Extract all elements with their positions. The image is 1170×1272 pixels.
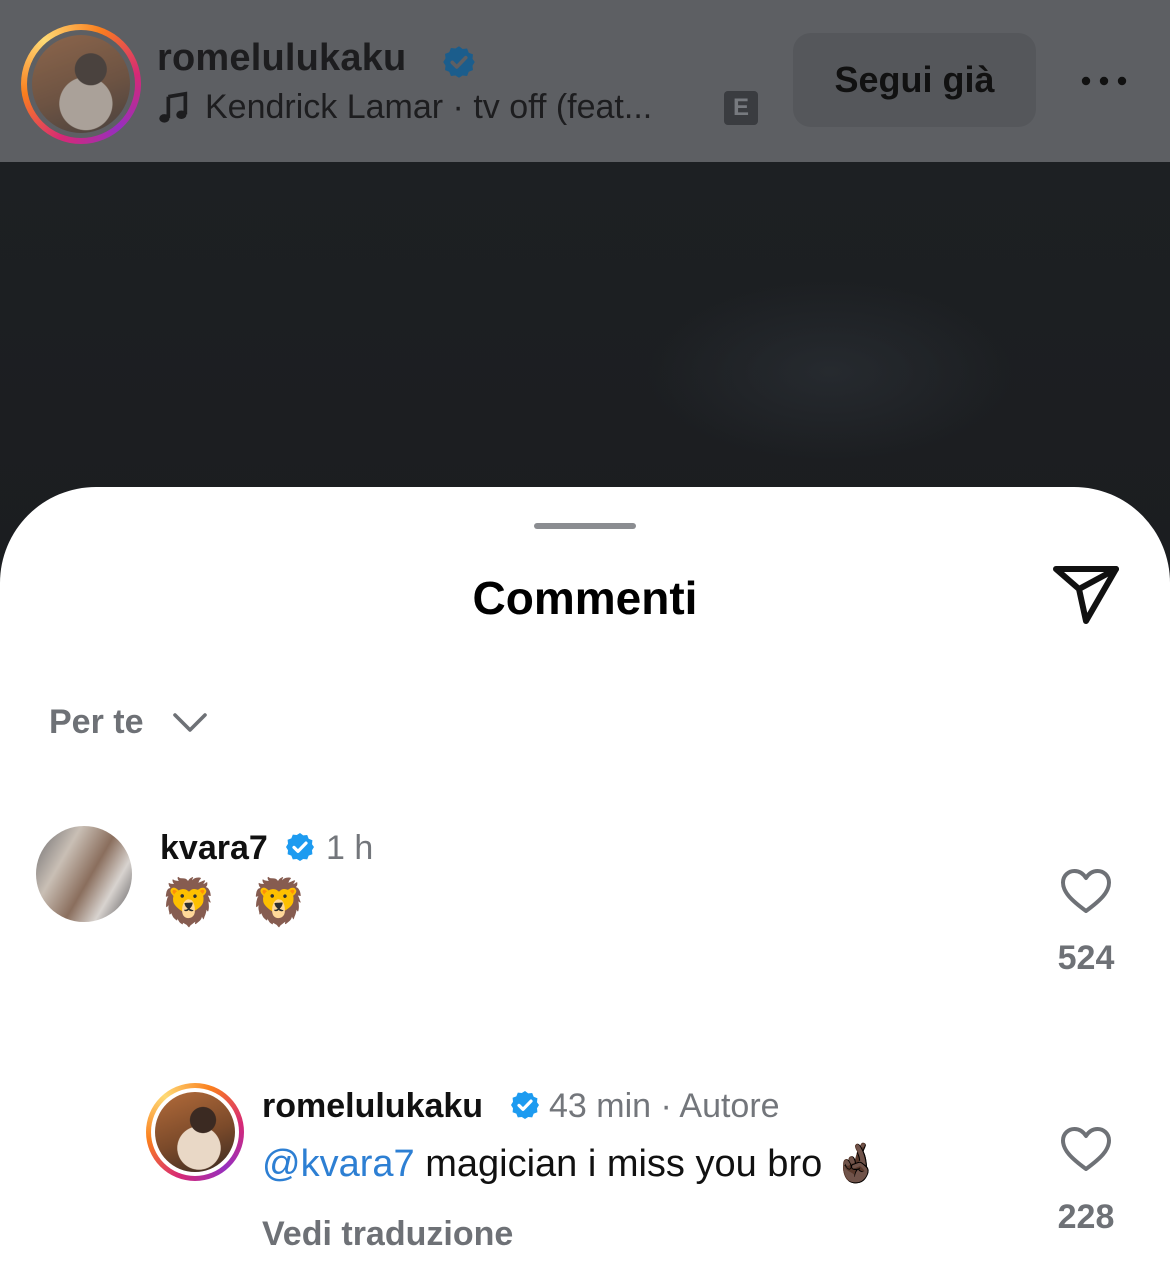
see-translation-link[interactable]: Vedi traduzione xyxy=(262,1215,513,1254)
comment-text: 🦁 🦁 xyxy=(160,876,318,928)
comment-sort-label: Per te xyxy=(49,703,144,741)
comment-timestamp: 1 h xyxy=(326,829,374,867)
post-music-info[interactable]: Kendrick Lamar · tv off (feat... xyxy=(157,88,652,127)
explicit-badge: E xyxy=(724,91,758,125)
share-send-icon[interactable] xyxy=(1050,563,1122,627)
reply-author-avatar[interactable] xyxy=(146,1083,244,1181)
music-note-icon xyxy=(159,91,188,123)
comments-sheet: Commenti Per te kvara7 1 h 🦁 🦁 524 romel… xyxy=(0,487,1170,1272)
chevron-down-icon xyxy=(172,712,207,732)
comment-text: @kvara7 magician i miss you bro 🤞🏿 xyxy=(262,1142,880,1186)
heart-icon[interactable] xyxy=(1059,1125,1113,1173)
more-options-icon[interactable] xyxy=(1078,70,1130,92)
comment-body: magician i miss you bro 🤞🏿 xyxy=(414,1143,881,1185)
sheet-title: Commenti xyxy=(472,572,698,624)
comment-username[interactable]: romelulukaku xyxy=(262,1087,483,1126)
sheet-drag-handle[interactable] xyxy=(534,523,636,529)
verified-badge-icon xyxy=(511,1091,539,1119)
commenter-avatar[interactable] xyxy=(36,826,132,922)
post-author-avatar[interactable] xyxy=(21,24,141,144)
post-header: romelulukaku Kendrick Lamar · tv off (fe… xyxy=(0,0,1170,162)
comment-timestamp: 43 min · Autore xyxy=(549,1087,780,1125)
comment-username[interactable]: kvara7 xyxy=(160,829,268,868)
comment-sort-dropdown[interactable]: Per te xyxy=(49,703,208,742)
mention-link[interactable]: @kvara7 xyxy=(262,1143,415,1185)
heart-icon[interactable] xyxy=(1059,867,1113,915)
following-button[interactable]: Segui già xyxy=(793,33,1036,127)
verified-badge-icon xyxy=(286,833,314,861)
verified-badge-icon xyxy=(443,46,475,78)
post-author-username[interactable]: romelulukaku xyxy=(157,37,406,80)
comment-like-count: 524 xyxy=(1057,939,1115,977)
post-music-label: Kendrick Lamar · tv off (feat... xyxy=(205,88,653,126)
comment-like-count: 228 xyxy=(1057,1198,1115,1236)
